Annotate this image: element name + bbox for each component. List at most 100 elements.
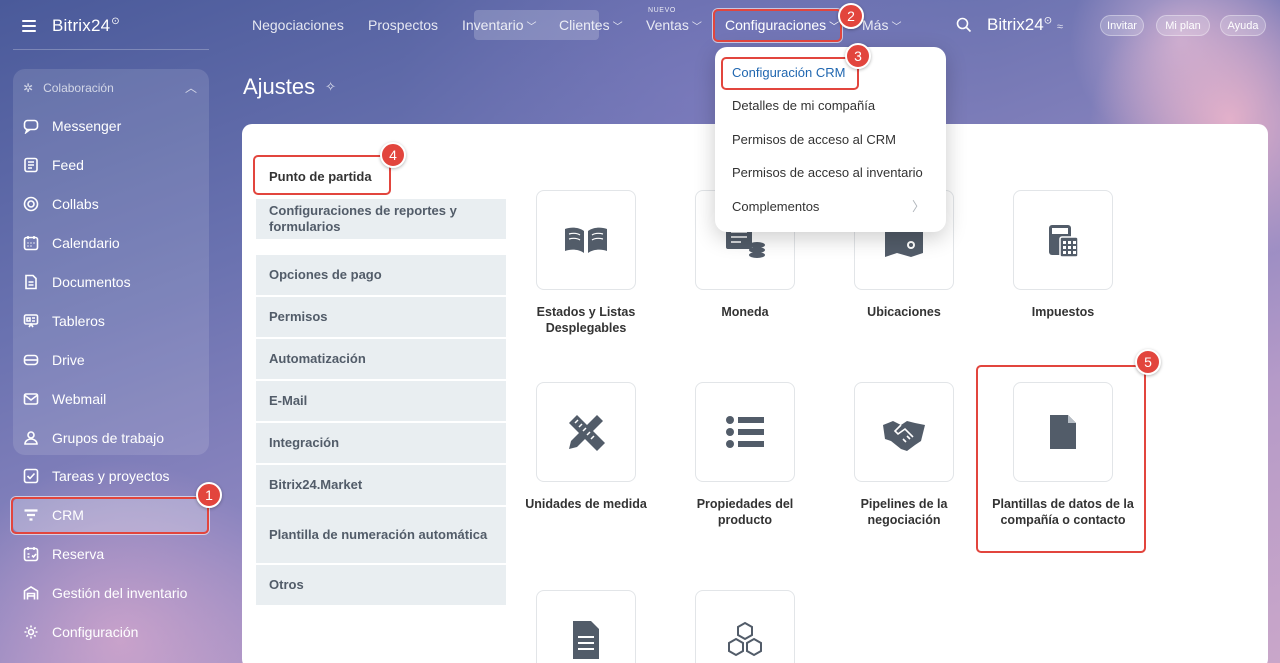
new-badge: NUEVO [648, 7, 676, 14]
page-title-text: Ajustes [243, 74, 316, 99]
tile-documents[interactable] [536, 590, 636, 663]
board-icon [22, 312, 40, 330]
sidebar-item-configuracion[interactable]: Configuración [13, 615, 209, 649]
tile-pipelines[interactable] [854, 382, 954, 482]
handshake-icon [883, 421, 925, 451]
nav-ventas[interactable]: Ventas ﹀ [646, 17, 702, 33]
tab-reportes-formularios[interactable]: Configuraciones de reportes y formulario… [256, 199, 506, 239]
sidebar-item-tableros[interactable]: Tableros [13, 304, 209, 338]
tab-permisos[interactable]: Permisos [256, 297, 506, 337]
collabs-icon [22, 195, 40, 213]
tile-label: Propiedades del producto [696, 497, 794, 527]
nav-label: Ventas [646, 17, 689, 33]
sidebar-item-reserva[interactable]: Reserva [13, 537, 209, 571]
list-icon [726, 416, 764, 448]
sidebar-item-collabs[interactable]: Collabs [13, 187, 209, 221]
menu-item-permisos-inventario[interactable]: Permisos de acceso al inventario [732, 163, 923, 183]
sidebar-item-label: Configuración [52, 624, 139, 640]
tile-impuestos[interactable] [1013, 190, 1113, 290]
annotation-badge-4: 4 [380, 142, 406, 168]
document-icon [22, 273, 40, 291]
my-plan-button[interactable]: Mi plan [1156, 15, 1210, 36]
cubes-icon [728, 621, 762, 657]
inventory-icon [22, 584, 40, 602]
menu-item-configuracion-crm[interactable]: Configuración CRM [732, 63, 845, 83]
bitrix24-header-logo[interactable]: Bitrix24⊙ ≈ [987, 15, 1063, 35]
tile-cubes[interactable] [695, 590, 795, 663]
chevron-down-icon: ﹀ [891, 22, 902, 33]
tab-email[interactable]: E-Mail [256, 381, 506, 421]
menu-item-label: Complementos [732, 199, 820, 214]
sidebar-item-label: Drive [52, 352, 85, 368]
menu-icon[interactable] [22, 20, 36, 32]
collaboration-group-header[interactable]: ✲ Colaboración ︿ [23, 77, 203, 99]
tile-plantillas-datos[interactable] [1013, 382, 1113, 482]
tab-automatizacion[interactable]: Automatización [256, 339, 506, 379]
sidebar-item-label: Calendario [52, 235, 120, 251]
crm-filter-icon [22, 506, 40, 524]
sidebar-item-feed[interactable]: Feed [13, 148, 209, 182]
help-button[interactable]: Ayuda [1220, 15, 1266, 36]
nav-configuraciones[interactable]: Configuraciones ﹀ [725, 17, 839, 33]
sidebar-item-messenger[interactable]: Messenger [13, 109, 209, 143]
sidebar-item-tareas[interactable]: Tareas y proyectos [13, 459, 209, 493]
gear-icon [22, 623, 40, 641]
sidebar-item-drive[interactable]: Drive [13, 343, 209, 377]
nav-mas[interactable]: Más ﹀ [862, 17, 901, 33]
chevron-down-icon: ﹀ [829, 22, 840, 33]
tab-integracion[interactable]: Integración [256, 423, 506, 463]
doc-lines-icon [573, 621, 599, 659]
chevron-down-icon: ﹀ [691, 22, 702, 33]
sidebar-item-label: Reserva [52, 546, 105, 562]
file-icon [1050, 415, 1076, 449]
menu-item-complementos[interactable]: Complementos 〉 [732, 197, 932, 217]
book-icon [565, 227, 607, 253]
invite-button[interactable]: Invitar [1100, 15, 1144, 36]
chat-icon [22, 117, 40, 135]
menu-item-detalles-compania[interactable]: Detalles de mi compañía [732, 96, 875, 116]
bitrix24-logo[interactable]: Bitrix24⊙ [52, 16, 120, 36]
tile-estados-listas[interactable] [536, 190, 636, 290]
feed-icon [22, 156, 40, 174]
sidebar-item-documentos[interactable]: Documentos [13, 265, 209, 299]
menu-item-permisos-crm[interactable]: Permisos de acceso al CRM [732, 130, 896, 150]
sidebar-item-label: Grupos de trabajo [52, 430, 165, 446]
pin-icon[interactable]: ✧ [325, 79, 336, 95]
tile-propiedades-producto[interactable] [695, 382, 795, 482]
tab-otros[interactable]: Otros [256, 565, 506, 605]
nav-clientes[interactable]: Clientes ﹀ [559, 17, 623, 33]
booking-icon [22, 545, 40, 563]
sidebar-item-crm[interactable]: CRM [13, 498, 209, 532]
collaboration-group-title: Colaboración [43, 81, 114, 95]
annotation-badge-2: 2 [838, 3, 864, 29]
chevron-up-icon: ︿ [184, 81, 197, 95]
tab-punto-de-partida[interactable]: Punto de partida [256, 157, 506, 197]
sidebar-item-label: Messenger [52, 118, 122, 134]
sidebar-item-grupos[interactable]: Grupos de trabajo [13, 421, 209, 455]
sidebar: Bitrix24⊙ ✲ Colaboración ︿ Messenger Fee… [0, 0, 232, 663]
tab-market[interactable]: Bitrix24.Market [256, 465, 506, 505]
page-title: Ajustes ✧ [243, 74, 336, 100]
tile-label: Ubicaciones [867, 305, 941, 319]
tab-opciones-pago[interactable]: Opciones de pago [256, 255, 506, 295]
chevron-down-icon: ﹀ [526, 22, 537, 33]
tab-numeracion[interactable]: Plantilla de numeración automática [256, 507, 506, 563]
ruler-pencil-icon [569, 415, 605, 451]
nav-label: Configuraciones [725, 17, 827, 33]
nav-prospectos[interactable]: Prospectos [368, 17, 438, 33]
sidebar-item-label: Webmail [52, 391, 107, 407]
sidebar-item-webmail[interactable]: Webmail [13, 382, 209, 416]
drive-icon [22, 351, 40, 369]
groups-icon [22, 429, 40, 447]
nav-label: Más [862, 17, 889, 33]
sidebar-item-inventario[interactable]: Gestión del inventario [13, 576, 209, 610]
search-icon[interactable] [956, 17, 972, 33]
sidebar-item-calendario[interactable]: Calendario [13, 226, 209, 260]
collab-icon: ✲ [23, 81, 34, 95]
tile-unidades-medida[interactable] [536, 382, 636, 482]
sidebar-item-label: CRM [52, 507, 84, 523]
nav-inventario[interactable]: Inventario ﹀ [462, 17, 536, 33]
sidebar-item-label: Tareas y proyectos [52, 468, 170, 484]
nav-negociaciones[interactable]: Negociaciones [252, 17, 344, 33]
tasks-icon [22, 467, 40, 485]
